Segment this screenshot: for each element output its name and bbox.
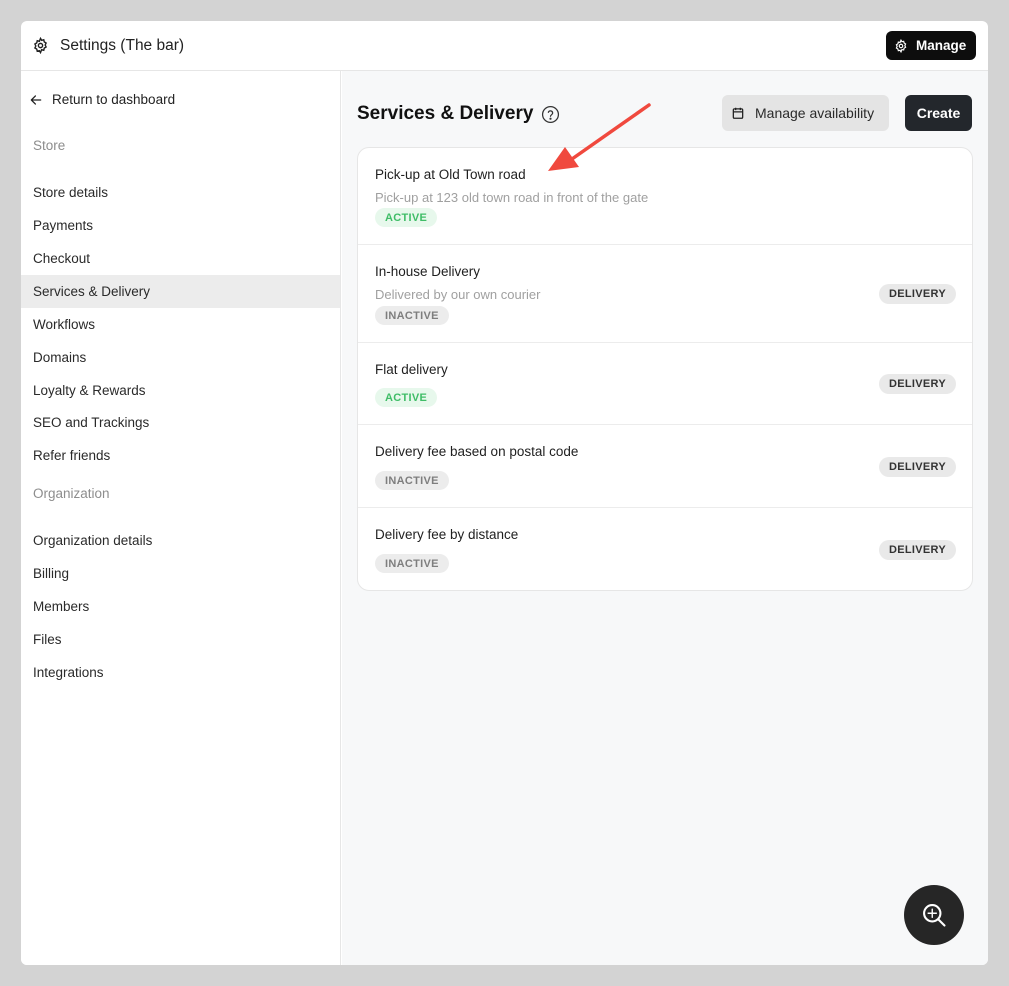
manage-button[interactable]: Manage [886,31,976,60]
type-badge: DELIVERY [878,284,956,304]
sidebar-item-workflows[interactable]: Workflows [21,308,340,341]
status-badge: INACTIVE [375,306,449,325]
sidebar-item-seo-trackings[interactable]: SEO and Trackings [21,406,340,439]
type-badge: DELIVERY [878,540,956,560]
page-title: Services & Delivery [357,103,560,125]
settings-sidebar: Return to dashboard Store Store details … [21,71,341,965]
page-title-text: Services & Delivery [357,103,534,124]
sidebar-item-integrations[interactable]: Integrations [21,656,340,689]
status-badge: ACTIVE [375,208,438,227]
organization-section-heading: Organization [33,486,110,501]
help-icon[interactable] [541,105,560,124]
sidebar-item-payments[interactable]: Payments [21,209,340,242]
service-name: Flat delivery [375,362,448,377]
calendar-icon [732,107,744,119]
gear-icon [33,37,48,54]
sidebar-item-services-delivery[interactable]: Services & Delivery [21,275,340,308]
type-badge: DELIVERY [878,374,956,394]
service-description: Delivered by our own courier [375,287,541,302]
main-content: Services & Delivery Manage availability … [342,71,988,965]
sidebar-item-members[interactable]: Members [21,590,340,623]
magnifier-sparkle-icon [923,904,946,927]
create-button[interactable]: Create [905,95,972,131]
status-badge: INACTIVE [375,471,449,490]
return-to-dashboard-label: Return to dashboard [52,92,176,107]
gear-icon [895,38,907,53]
service-row-pickup[interactable]: Pick-up at Old Town road Pick-up at 123 … [358,148,972,245]
sidebar-item-loyalty-rewards[interactable]: Loyalty & Rewards [21,374,340,407]
sidebar-item-domains[interactable]: Domains [21,341,340,374]
sidebar-item-checkout[interactable]: Checkout [21,242,340,275]
window-title: Settings (The bar) [60,37,185,54]
ai-search-button[interactable] [904,885,964,945]
service-description: Pick-up at 123 old town road in front of… [375,190,649,205]
service-name: In-house Delivery [375,264,481,279]
sidebar-item-billing[interactable]: Billing [21,557,340,590]
service-row-in-house[interactable]: In-house Delivery Delivered by our own c… [358,245,972,343]
sidebar-item-refer-friends[interactable]: Refer friends [21,439,340,472]
arrow-left-icon [30,94,42,105]
service-name: Delivery fee by distance [375,527,519,542]
store-section-heading: Store [33,138,66,153]
service-row-flat[interactable]: Flat delivery ACTIVE DELIVERY [358,343,972,425]
manage-availability-button[interactable]: Manage availability [722,95,889,131]
top-bar: Settings (The bar) Manage [21,21,988,71]
service-row-postal-code[interactable]: Delivery fee based on postal code INACTI… [358,425,972,508]
sidebar-item-store-details[interactable]: Store details [21,176,340,209]
manage-availability-label: Manage availability [755,105,875,121]
manage-button-label: Manage [916,38,967,53]
sidebar-item-files[interactable]: Files [21,623,340,656]
settings-window: Settings (The bar) Manage Return to dash… [21,21,988,965]
status-badge: INACTIVE [375,554,449,573]
sidebar-item-organization-details[interactable]: Organization details [21,524,340,557]
return-to-dashboard-link[interactable]: Return to dashboard [29,92,175,107]
type-badge: DELIVERY [878,457,956,477]
service-name: Pick-up at Old Town road [375,167,526,182]
status-badge: ACTIVE [375,388,438,407]
service-name: Delivery fee based on postal code [375,444,579,459]
services-list: Pick-up at Old Town road Pick-up at 123 … [357,147,973,591]
service-row-distance[interactable]: Delivery fee by distance INACTIVE DELIVE… [358,508,972,590]
